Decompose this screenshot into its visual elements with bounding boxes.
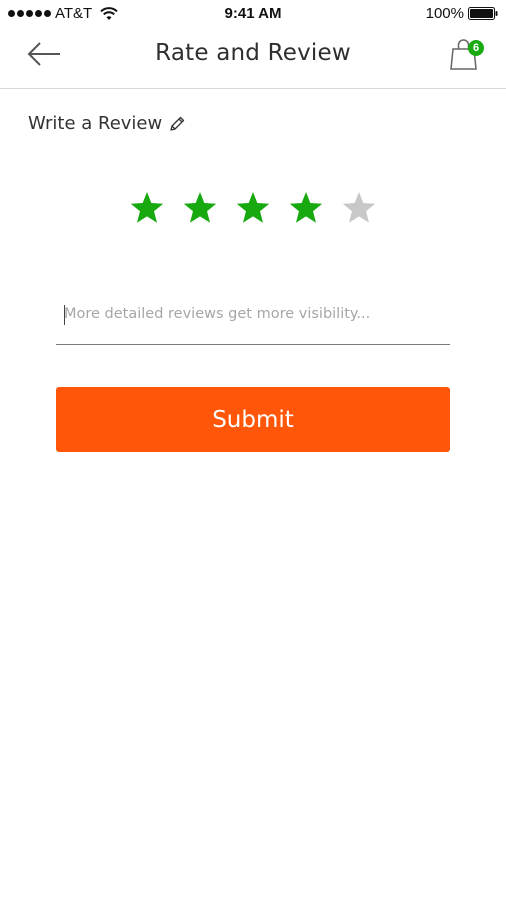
battery-icon: [468, 7, 498, 20]
section-title: Write a Review: [28, 113, 186, 134]
battery-percent: 100%: [425, 5, 464, 22]
star-icon-3[interactable]: [235, 190, 271, 226]
review-field: [56, 296, 450, 345]
write-review-label: Write a Review: [28, 113, 163, 134]
star-rating: [0, 190, 506, 226]
submit-button[interactable]: Submit: [56, 387, 450, 452]
review-input[interactable]: [64, 302, 444, 326]
cart-button[interactable]: 6: [450, 38, 484, 72]
cart-count-badge: 6: [468, 40, 484, 56]
star-icon-2[interactable]: [182, 190, 218, 226]
pencil-icon: [170, 116, 185, 131]
star-icon-5[interactable]: [341, 190, 377, 226]
status-bar: AT&T 9:41 AM 100%: [0, 0, 506, 28]
page-title: Rate and Review: [155, 40, 351, 66]
star-icon-1[interactable]: [129, 190, 165, 226]
nav-bar: Rate and Review 6: [0, 28, 506, 89]
star-icon-4[interactable]: [288, 190, 324, 226]
status-right: 100%: [426, 5, 498, 22]
